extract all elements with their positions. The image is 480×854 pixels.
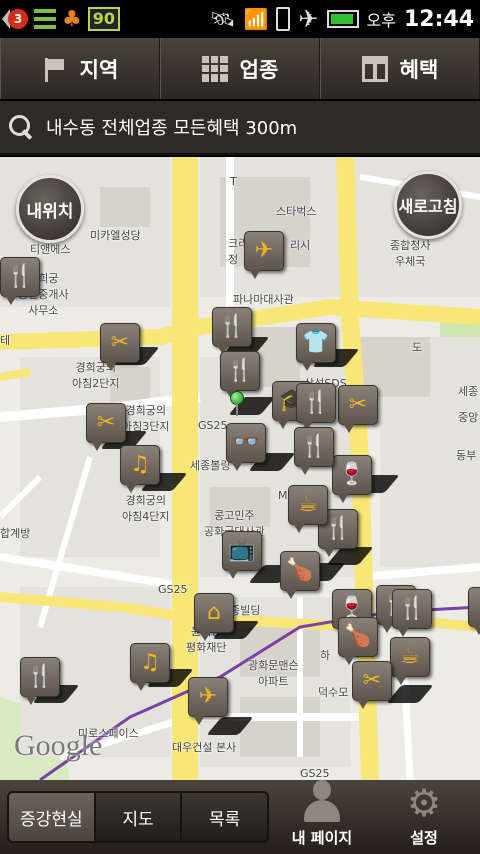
tab-region[interactable]: 지역 — [0, 38, 160, 99]
bottom-bar: 증강현실 지도 목록 내 페이지 ⚙ 설정 — [0, 780, 480, 854]
number-badge: 90 — [87, 7, 120, 31]
search-bar[interactable]: 내수동 전체업종 모든혜택 300m — [0, 101, 480, 155]
gear-icon: ⚙ — [406, 781, 442, 825]
satellite-icon: 🛰 — [210, 7, 236, 31]
building — [100, 187, 150, 227]
home-icon[interactable]: ⌂ — [194, 593, 234, 641]
map-label: GS25 — [198, 419, 228, 432]
app-notification-icon: ♣ — [62, 6, 82, 32]
map-label: 광화문맨슨 아파트 — [248, 659, 299, 688]
my-page-button[interactable]: 내 페이지 — [272, 780, 372, 854]
notification-count-badge: 3 — [8, 9, 28, 29]
coffee-icon[interactable]: ☕ — [288, 485, 328, 533]
tab-benefit-label: 혜택 — [399, 57, 439, 82]
search-query-text: 내수동 전체업종 모든혜택 300m — [46, 118, 298, 139]
wifi-icon: 📶 — [243, 7, 269, 31]
map-label: 경희궁의 아침4단지 — [122, 494, 170, 523]
fork-knife-icon[interactable]: 🍴 — [392, 589, 432, 637]
clock-time: 12:44 — [403, 6, 474, 32]
map-label: 스타벅스 — [276, 205, 317, 218]
my-location-marker — [230, 391, 244, 416]
status-bar-right: 🛰 📶 ✈ 오후 12:44 — [210, 0, 474, 38]
map-label: 세종 — [458, 385, 479, 398]
ampm-label: 오후 — [366, 11, 396, 30]
segment-list[interactable]: 목록 — [182, 793, 267, 841]
tab-business-type-label: 업종 — [239, 57, 279, 82]
map-label: 대우건설 본사 — [172, 741, 237, 754]
fork-knife-icon[interactable]: 🍴 — [0, 257, 40, 305]
music-icon[interactable]: ♫ — [130, 643, 170, 691]
scissors-icon[interactable]: ✂ — [86, 403, 126, 451]
fork-knife-icon[interactable]: 🍴 — [20, 657, 60, 705]
map-label: 미카엘성당 — [90, 229, 141, 242]
fork-knife-icon[interactable]: 🍴 — [212, 307, 252, 355]
airplane-icon[interactable]: ✈ — [244, 231, 284, 279]
map-label: 파나마대사관 — [233, 293, 294, 306]
map-label: 리시 — [290, 239, 311, 252]
airplane-mode-icon: ✈ — [298, 5, 319, 33]
food-icon[interactable]: 🍗 — [280, 551, 320, 599]
scissors-icon[interactable]: ✂ — [100, 323, 140, 371]
map-label: 테 — [0, 334, 11, 347]
map-view[interactable]: 티앤에스 미카엘성당 경희궁 공인중개사 사무소 경희궁의 아침2단지 경희궁의… — [0, 157, 480, 780]
battery-icon — [326, 10, 359, 28]
tv-icon[interactable]: 📺 — [222, 531, 262, 579]
music-icon[interactable]: ♫ — [120, 445, 160, 493]
tab-benefit[interactable]: 혜택 — [320, 38, 480, 99]
status-bar-left: 3 ♣ 90 — [0, 0, 120, 38]
map-label: GS25 — [158, 583, 188, 596]
scissors-icon[interactable]: ✂ — [352, 661, 392, 709]
map-label: 중앙 — [458, 411, 479, 424]
view-mode-segmented-control: 증강현실 지도 목록 — [7, 791, 269, 843]
shirt-icon[interactable]: 👕 — [296, 323, 336, 371]
refresh-button[interactable]: 새로고침 — [394, 171, 462, 239]
food-icon[interactable]: 🍗 — [338, 617, 378, 665]
fork-knife-icon[interactable]: 🍴 — [220, 351, 260, 399]
map-label: 합계방 — [0, 527, 31, 540]
fork-knife-icon[interactable]: 🍴 — [294, 427, 334, 475]
wine-icon[interactable]: 🍷 — [332, 455, 372, 503]
fork-knife-icon[interactable]: 🍴 — [296, 383, 336, 431]
map-label: T — [230, 175, 237, 188]
map-label: 세종볼링 — [190, 459, 231, 472]
airplane-icon[interactable]: ✈ — [188, 677, 228, 725]
grid-icon — [201, 55, 228, 82]
segment-augmented-reality[interactable]: 증강현실 — [9, 793, 94, 841]
google-watermark: Google — [14, 729, 103, 762]
gift-icon — [361, 55, 388, 82]
segment-map[interactable]: 지도 — [95, 793, 181, 841]
settings-label: 설정 — [410, 829, 438, 847]
map-label: 동부 — [456, 449, 477, 462]
map-label: GS25 — [300, 767, 330, 780]
fork-knife-icon[interactable]: 🍴 — [468, 587, 480, 635]
category-tab-bar: 지역 업종 혜택 — [0, 38, 480, 100]
vibrate-phone-icon — [276, 7, 291, 31]
tab-region-label: 지역 — [79, 57, 119, 82]
my-page-label: 내 페이지 — [291, 829, 353, 847]
map-label: 종빌딩 — [230, 604, 261, 617]
map-label: 티앤에스 — [30, 243, 71, 256]
search-icon — [8, 114, 34, 140]
map-label: 경희궁의 아침3단지 — [122, 404, 170, 433]
settings-button[interactable]: ⚙ 설정 — [374, 780, 474, 854]
map-label: 하 — [320, 649, 331, 662]
glasses-icon[interactable]: 👓 — [226, 423, 266, 471]
map-label: 덕수모 — [318, 686, 349, 699]
map-label: M — [278, 489, 288, 502]
list-icon — [34, 9, 56, 29]
tab-business-type[interactable]: 업종 — [160, 38, 320, 99]
flag-icon — [42, 56, 68, 82]
map-label: 도 — [412, 341, 423, 354]
map-label: 종합청사 우체국 — [390, 239, 431, 268]
coffee-icon[interactable]: ☕ — [390, 637, 430, 685]
status-bar: 3 ♣ 90 🛰 📶 ✈ 오후 12:44 — [0, 0, 480, 38]
scissors-icon[interactable]: ✂ — [338, 385, 378, 433]
my-location-button[interactable]: 내위치 — [16, 175, 84, 243]
person-icon — [302, 780, 342, 823]
building — [240, 697, 320, 757]
